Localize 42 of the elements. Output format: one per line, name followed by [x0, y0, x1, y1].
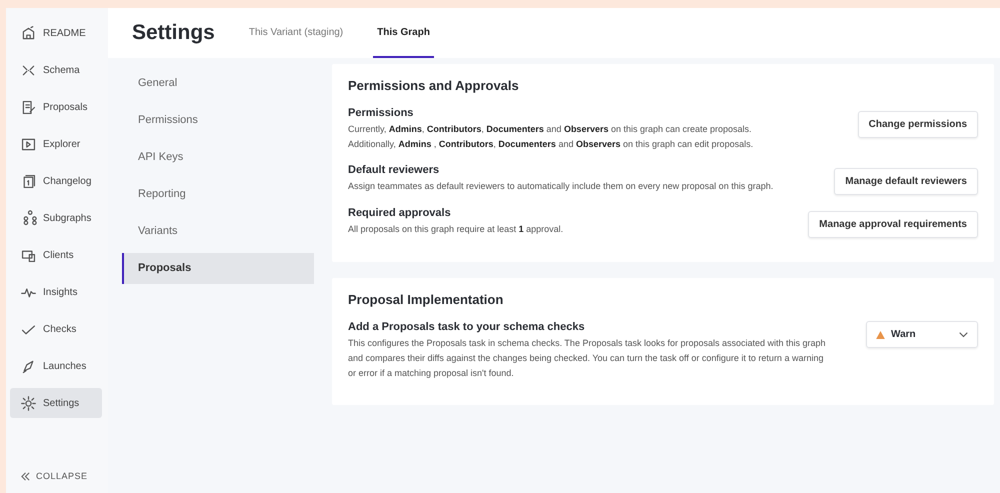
nav-item[interactable]: Clients — [10, 240, 102, 270]
nav-icon — [20, 24, 37, 42]
settings-menu-item[interactable]: Variants — [122, 216, 314, 247]
nav-item[interactable]: Explorer — [10, 129, 102, 159]
warning-icon — [876, 330, 885, 338]
setting-title: Default reviewers — [348, 164, 440, 176]
tab[interactable]: This Variant (staging) — [244, 8, 348, 58]
setting-description: This configures the Proposals task in schema checks. The Proposals task looks for proposals associated with this graph and compares their diffs against the changes being checked. You can turn the task off or configure it to return a warning or error if a matching proposal isn't found. — [348, 337, 827, 380]
settings-menu-item[interactable]: Permissions — [122, 105, 314, 136]
settings-menu-item[interactable]: Reporting — [122, 179, 314, 210]
nav-item[interactable]: Schema — [10, 55, 102, 85]
mode-dropdown[interactable]: Warn — [866, 321, 978, 348]
nav-item[interactable]: Changelog — [10, 166, 102, 196]
nav-icon — [20, 394, 37, 412]
tab[interactable]: This Graph — [373, 8, 434, 58]
setting-description: All proposals on this graph require at least 1 approval. — [348, 223, 564, 236]
setting-title: Required approvals — [348, 207, 452, 219]
settings-menu-item[interactable]: General — [122, 68, 314, 99]
action-button[interactable]: Manage default reviewers — [834, 168, 978, 195]
settings-menu-item[interactable]: API Keys — [122, 142, 314, 173]
collapse-button[interactable]: COLLAPSE — [6, 471, 108, 493]
setting-description: Currently, Admins, Contributors, Documenters and Observers on this graph can create proposals. — [348, 123, 753, 136]
section-title: Proposal Implementation — [348, 292, 504, 307]
nav-item[interactable]: Settings — [10, 388, 102, 418]
nav-item[interactable]: Launches — [10, 351, 102, 381]
setting-title: Permissions — [348, 107, 414, 119]
double-chevron-icon — [20, 472, 31, 480]
section-title: Permissions and Approvals — [348, 78, 520, 93]
nav-icon — [20, 98, 37, 116]
setting-title: Add a Proposals task to your schema checks — [348, 321, 586, 333]
setting-description: Additionally, Admins , Contributors, Documenters and Observers on this graph can edit proposals. — [348, 138, 754, 151]
nav-item[interactable]: Subgraphs — [10, 203, 102, 233]
action-button[interactable]: Manage approval requirements — [808, 211, 978, 238]
chevron-down-icon — [959, 332, 968, 338]
action-button[interactable]: Change permissions — [858, 111, 978, 138]
page-title: Settings — [132, 21, 215, 45]
nav-item[interactable]: README — [10, 18, 102, 48]
setting-description: Assign teammates as default reviewers to automatically include them on every new proposal on this graph. — [348, 180, 774, 193]
nav-item[interactable]: Insights — [10, 277, 102, 307]
nav-item[interactable]: Checks — [10, 314, 102, 344]
nav-item[interactable]: Proposals — [10, 92, 102, 122]
settings-menu-item[interactable]: Proposals — [122, 253, 314, 284]
